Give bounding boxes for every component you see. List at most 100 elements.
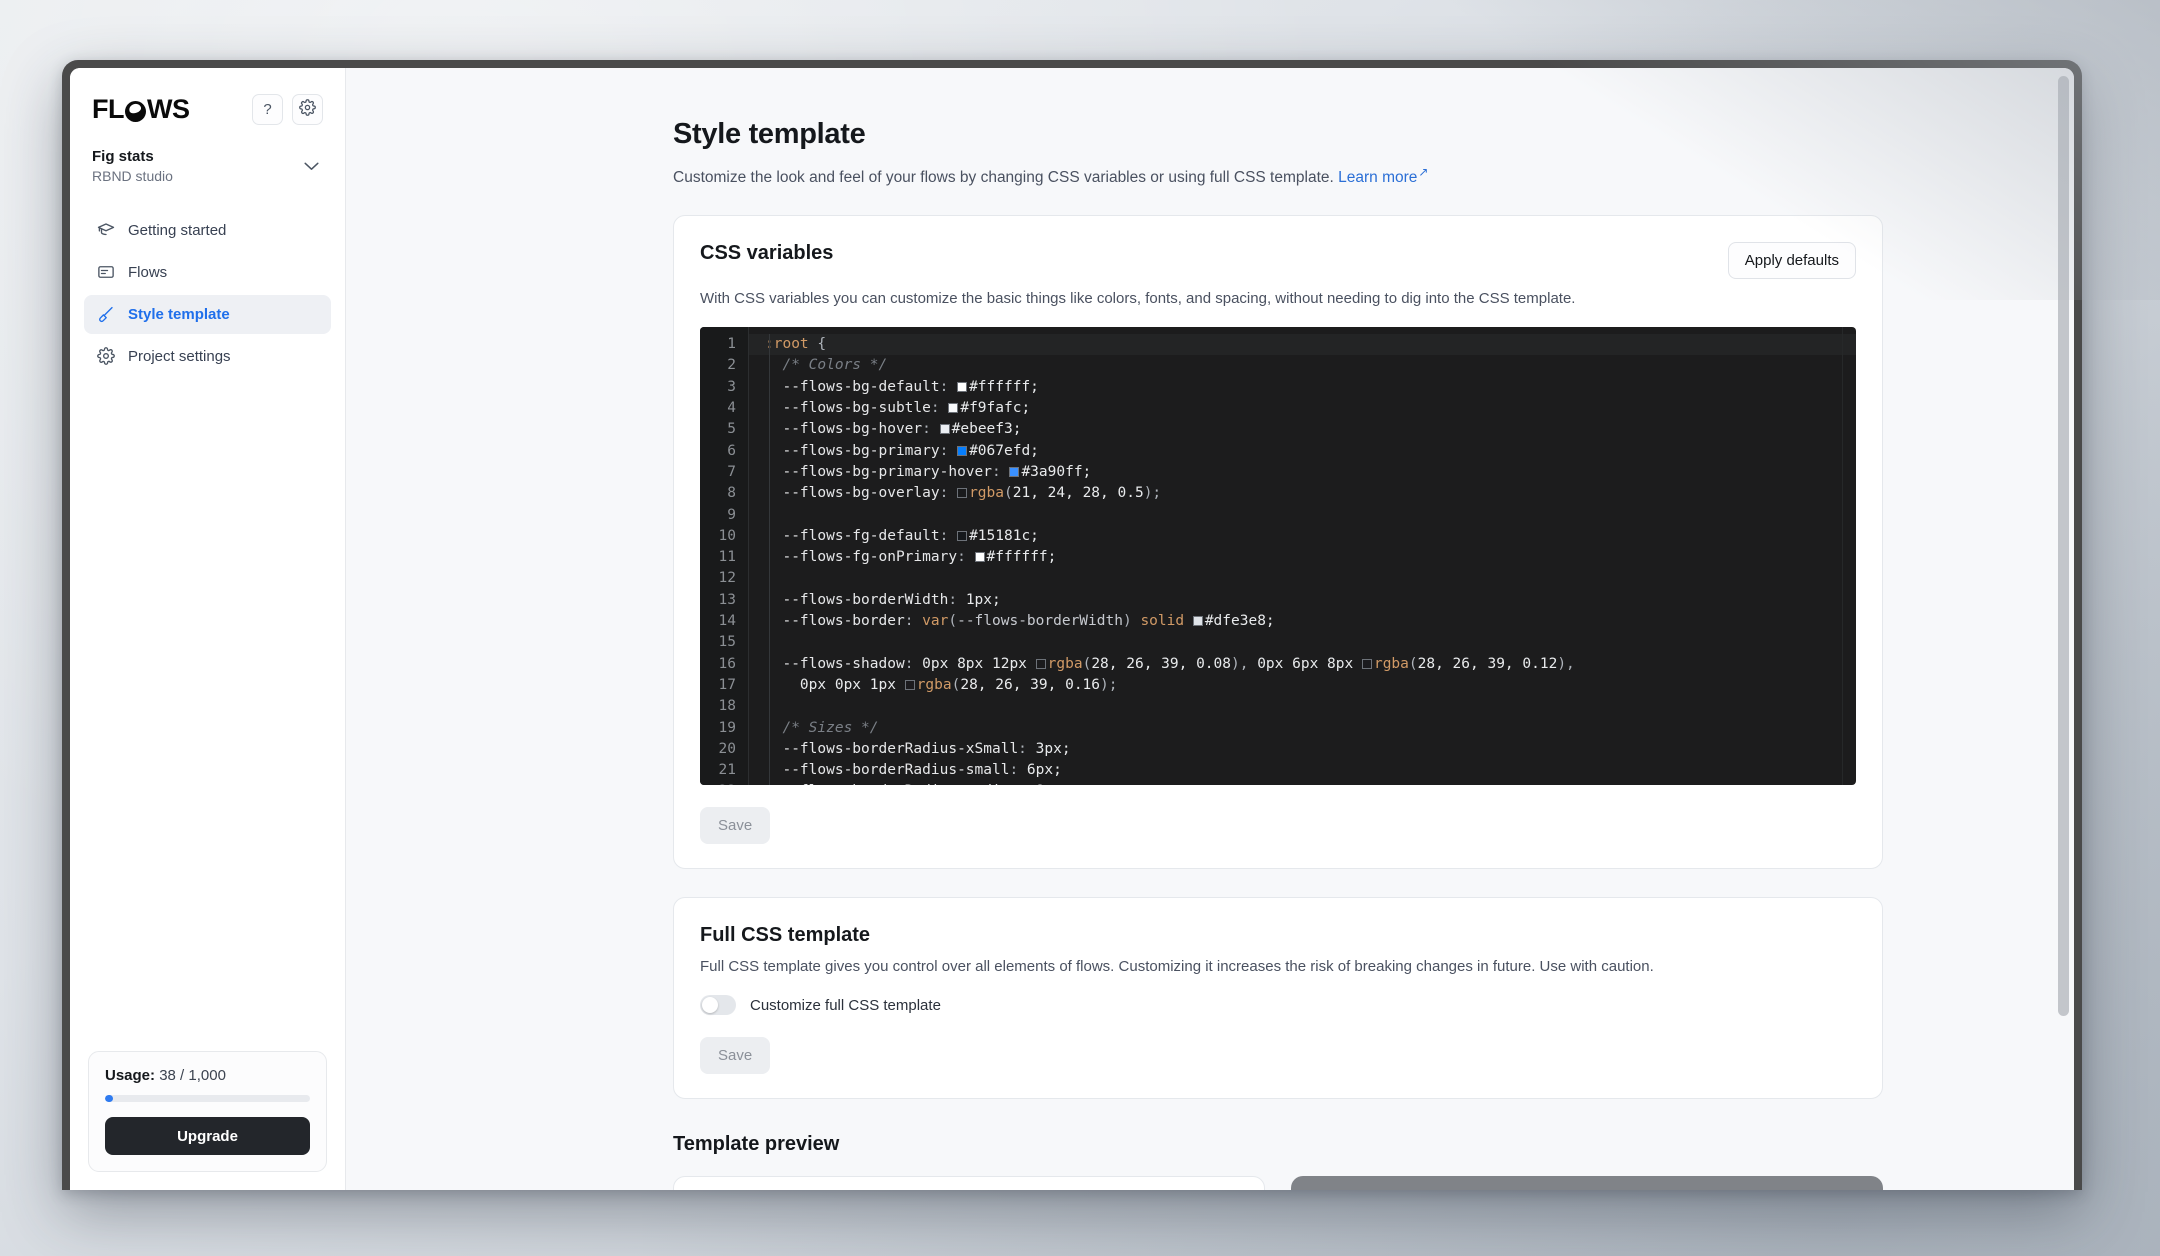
upgrade-button[interactable]: Upgrade (105, 1117, 310, 1155)
main-scroll-area[interactable]: Style template Customize the look and fe… (346, 68, 2074, 1190)
usage-value: 38 / 1,000 (159, 1067, 226, 1084)
logo-text-left: FL (92, 94, 125, 124)
line-number: 4 (727, 400, 736, 417)
full-css-description: Full CSS template gives you control over… (700, 958, 1654, 976)
code-line: --flows-shadow: 0px 8px 12px rgba(28, 26… (782, 655, 1575, 672)
apply-defaults-button[interactable]: Apply defaults (1727, 242, 1856, 280)
usage-text: Usage: 38 / 1,000 (105, 1067, 310, 1084)
logo-o-icon (125, 101, 146, 122)
line-number: 19 (718, 719, 736, 736)
line-number: 1 (727, 336, 736, 353)
line-number: 21 (718, 762, 736, 779)
sidebar-item-flows[interactable]: Flows (84, 253, 331, 292)
code-line: --flows-bg-default: #ffffff; (782, 378, 1039, 395)
code-line: --flows-borderWidth: 1px; (782, 591, 1001, 608)
line-number: 3 (727, 378, 736, 395)
question-mark-icon: ? (263, 101, 272, 118)
browser-window: FL WS ? Fig stats RBND studio Getting st… (62, 60, 2082, 1190)
sidebar-item-label: Flows (128, 263, 168, 281)
line-number: 17 (718, 676, 736, 693)
code-line: /* Sizes */ (782, 719, 879, 736)
brush-icon (96, 305, 115, 324)
line-number: 5 (727, 421, 736, 438)
customize-full-css-toggle-row[interactable]: Customize full CSS template (700, 995, 1856, 1016)
sidebar: FL WS ? Fig stats RBND studio Getting st… (70, 68, 346, 1190)
modal-preview-card (1291, 1176, 1883, 1190)
toggle-knob (702, 997, 718, 1014)
sidebar-item-label: Getting started (128, 221, 227, 239)
line-number: 6 (727, 442, 736, 459)
css-variables-code-editor[interactable]: 1 2 3 4 5 6 7 8 9 10 11 12 13 14 15 16 1… (700, 327, 1856, 786)
flows-panel-icon (96, 263, 115, 282)
usage-progress-fill (105, 1095, 113, 1102)
css-variables-card-header: CSS variables Apply defaults (700, 242, 1856, 280)
line-number: 12 (718, 570, 736, 587)
sidebar-item-project-settings[interactable]: Project settings (84, 337, 331, 376)
save-full-css-button[interactable]: Save (700, 1037, 771, 1075)
line-number: 14 (718, 613, 736, 630)
usage-card: Usage: 38 / 1,000 Upgrade (88, 1051, 327, 1172)
tooltip-preview-card: Tooltip preview ✕ This is just a preview… (673, 1176, 1265, 1190)
css-variables-title: CSS variables (700, 242, 834, 265)
page-subtitle: Customize the look and feel of your flow… (673, 165, 1883, 187)
editor-code-area[interactable]: :root { /* Colors */ --flows-bg-default:… (748, 327, 1856, 786)
usage-label: Usage: (105, 1067, 156, 1084)
page-scrollbar[interactable] (2058, 76, 2069, 1190)
gear-icon (96, 347, 115, 366)
editor-line-numbers: 1 2 3 4 5 6 7 8 9 10 11 12 13 14 15 16 1… (700, 327, 748, 786)
sidebar-item-label: Project settings (128, 347, 231, 365)
code-line: 0px 0px 1px rgba(28, 26, 39, 0.16); (799, 676, 1118, 693)
app-root: FL WS ? Fig stats RBND studio Getting st… (70, 68, 2074, 1190)
editor-scrollbar[interactable] (1842, 327, 1856, 786)
code-line: --flows-fg-default: #15181c; (782, 527, 1039, 544)
line-number: 20 (718, 740, 736, 757)
page-subtitle-text: Customize the look and feel of your flow… (673, 169, 1334, 187)
code-line: --flows-bg-hover: #ebeef3; (782, 421, 1022, 438)
learn-more-link[interactable]: Learn more (1338, 169, 1417, 186)
page-title: Style template (673, 118, 866, 150)
full-css-template-card: Full CSS template Full CSS template give… (673, 897, 1883, 1100)
code-line: --flows-borderRadius-medium: 8px; (749, 781, 1856, 785)
save-css-variables-button[interactable]: Save (700, 807, 771, 845)
line-number: 9 (727, 506, 736, 523)
line-number: 7 (727, 463, 736, 480)
code-line: --flows-borderRadius-small: 6px; (782, 762, 1062, 779)
workspace-subtitle: RBND studio (92, 168, 173, 185)
code-line: --flows-bg-overlay: rgba(21, 24, 28, 0.5… (782, 485, 1162, 502)
external-link-icon: ↗ (1418, 165, 1429, 179)
code-line: --flows-fg-onPrimary: #ffffff; (782, 549, 1057, 566)
line-number: 10 (718, 527, 736, 544)
indent-guide (769, 334, 770, 786)
line-number: 18 (718, 698, 736, 715)
sidebar-item-getting-started[interactable]: Getting started (84, 211, 331, 250)
page-scrollbar-thumb[interactable] (2058, 76, 2069, 1016)
template-preview-row: Tooltip preview ✕ This is just a preview… (673, 1176, 1883, 1190)
sidebar-item-style-template[interactable]: Style template (84, 294, 331, 334)
chevron-down-icon (304, 159, 319, 174)
customize-full-css-toggle[interactable] (700, 995, 736, 1016)
workspace-name: Fig stats (92, 148, 154, 165)
header-icon-buttons: ? (252, 94, 323, 125)
code-line: /* Colors */ (782, 357, 888, 374)
settings-button[interactable] (292, 94, 323, 125)
graduation-cap-icon (96, 221, 115, 240)
brand-row: FL WS ? (92, 94, 323, 125)
code-line: --flows-bg-primary-hover: #3a90ff; (782, 463, 1092, 480)
css-variables-card: CSS variables Apply defaults With CSS va… (673, 215, 1883, 870)
line-number: 16 (718, 655, 736, 672)
logo-text-right: WS (147, 94, 190, 124)
line-number: 13 (718, 591, 736, 608)
gear-icon (299, 99, 316, 120)
line-number: 22 (700, 781, 748, 785)
workspace-info: Fig stats RBND studio (92, 147, 173, 187)
code-line: --flows-border: var(--flows-borderWidth)… (782, 613, 1275, 630)
workspace-switcher[interactable]: Fig stats RBND studio (92, 147, 323, 187)
code-line: --flows-bg-subtle: #f9fafc; (782, 400, 1031, 417)
help-button[interactable]: ? (252, 94, 283, 125)
line-number: 2 (727, 357, 736, 374)
